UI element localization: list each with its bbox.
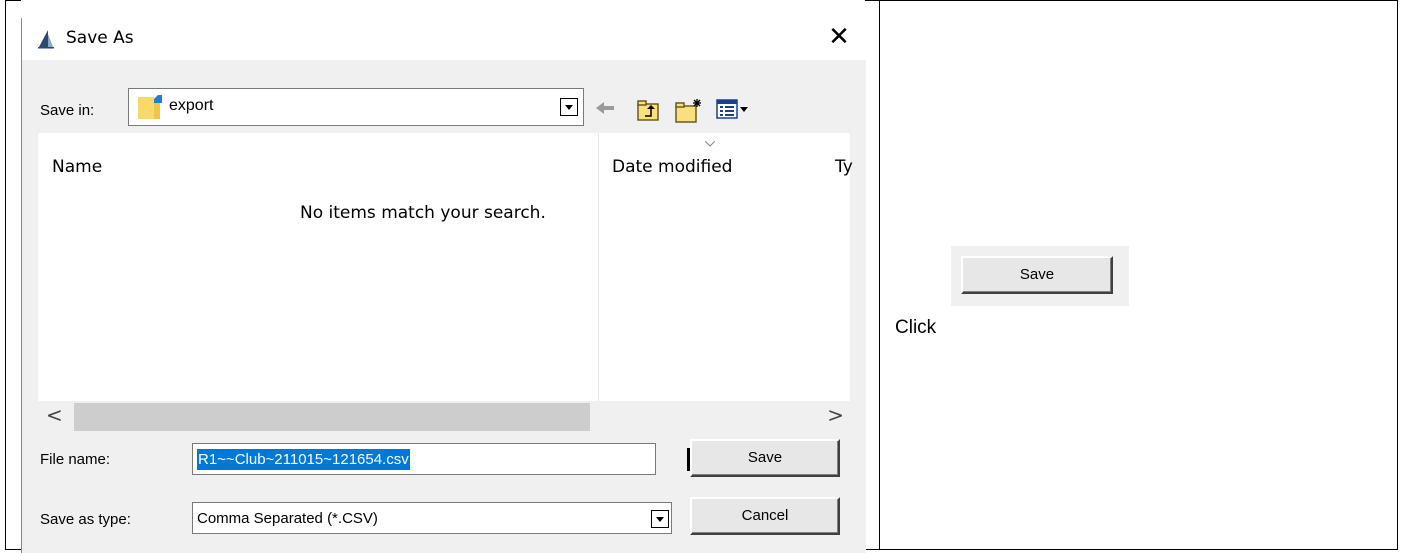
app-sail-icon [38, 30, 54, 49]
scroll-thumb[interactable] [74, 403, 590, 431]
background-window-strip [21, 0, 865, 18]
views-menu-icon[interactable] [716, 98, 752, 120]
file-name-input[interactable]: R1~~Club~211015~121654.csv [192, 443, 690, 475]
dialog-titlebar: Save As ✕ [22, 18, 866, 60]
sort-chevron-icon [705, 141, 715, 147]
save-as-dialog: Save As ✕ Save in: export Name Date modi… [21, 18, 866, 553]
back-arrow-icon[interactable] [594, 98, 616, 118]
column-header-date-modified[interactable]: Date modified [612, 157, 732, 177]
save-in-value: export [169, 97, 214, 114]
up-one-level-icon[interactable] [636, 98, 662, 122]
file-name-label: File name: [40, 451, 111, 468]
example-save-button-frame: Save [951, 246, 1129, 306]
save-button[interactable]: Save [690, 439, 840, 477]
save-as-type-dropdown-arrow[interactable] [651, 510, 669, 528]
scroll-left-arrow[interactable]: < [46, 403, 63, 427]
instruction-text: Click [895, 317, 937, 338]
example-save-button: Save [961, 256, 1113, 294]
folder-icon [138, 95, 162, 119]
save-as-type-dropdown[interactable]: Comma Separated (*.CSV) [192, 502, 672, 534]
scroll-right-arrow[interactable]: > [827, 403, 844, 427]
save-as-type-label: Save as type: [40, 511, 131, 528]
new-folder-icon[interactable] [674, 98, 704, 124]
close-button[interactable]: ✕ [826, 22, 852, 52]
column-divider [598, 133, 599, 401]
dialog-title: Save As [66, 28, 134, 48]
save-in-dropdown-arrow[interactable] [560, 98, 578, 116]
column-header-type[interactable]: Ty [835, 157, 853, 177]
file-list[interactable]: Name Date modified Ty No items match you… [38, 133, 853, 401]
column-header-name[interactable]: Name [52, 157, 102, 177]
empty-list-message: No items match your search. [300, 203, 546, 223]
horizontal-scrollbar[interactable]: < > [38, 401, 850, 433]
save-as-type-value: Comma Separated (*.CSV) [197, 510, 378, 527]
table-column-divider [879, 0, 880, 550]
cancel-button[interactable]: Cancel [690, 497, 840, 535]
save-in-label: Save in: [40, 102, 95, 119]
file-name-value: R1~~Club~211015~121654.csv [197, 449, 410, 470]
save-in-dropdown[interactable]: export [128, 88, 584, 126]
